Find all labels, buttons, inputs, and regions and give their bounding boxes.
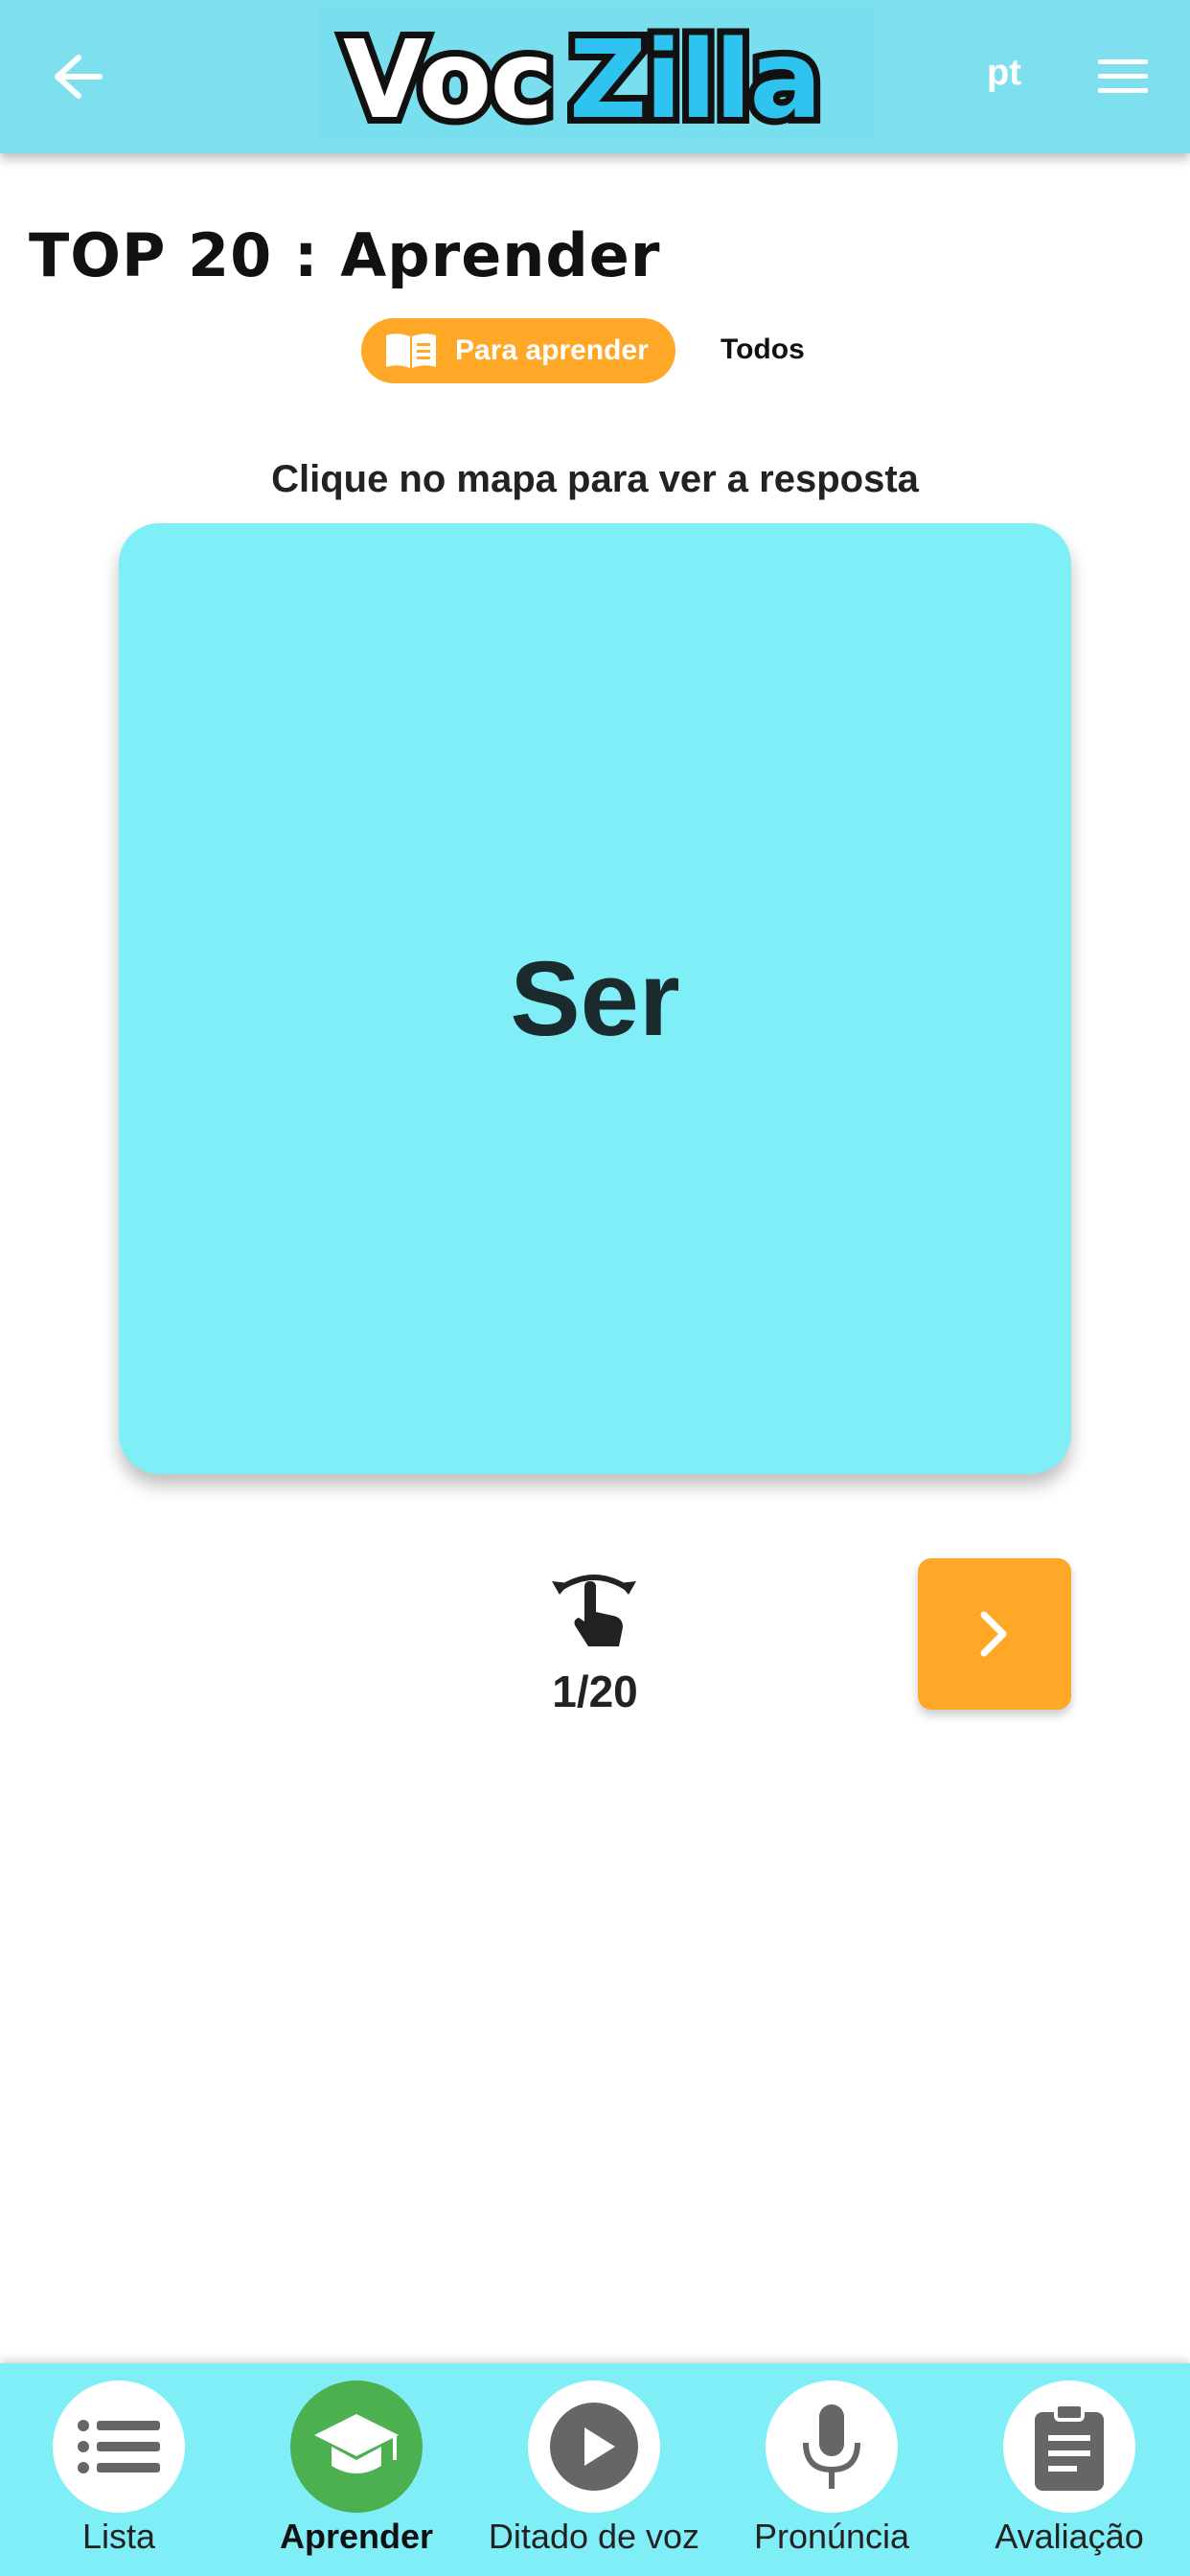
arrow-left-icon [55,55,103,99]
card-word: Ser [510,939,680,1058]
logo-zilla: Zilla [569,18,820,138]
language-selector[interactable]: pt [987,53,1021,94]
nav-circle [53,2380,185,2513]
hamburger-icon [1098,59,1148,93]
menu-button[interactable] [1094,56,1152,98]
bottom-navigation: Lista Aprender Ditado de voz Pronúncia A… [0,2363,1190,2576]
list-icon [78,2420,160,2473]
tap-flip-icon [546,1560,642,1656]
nav-item-avaliacao[interactable]: Avaliação [950,2363,1188,2576]
nav-item-pronuncia[interactable]: Pronúncia [713,2363,950,2576]
instruction-text: Clique no mapa para ver a resposta [271,458,919,500]
nav-label: Avaliação [995,2517,1144,2556]
nav-item-ditado-de-voz[interactable]: Ditado de voz [475,2363,713,2576]
play-icon [550,2403,638,2491]
tab-todos[interactable]: Todos [721,334,805,366]
nav-label: Aprender [279,2517,434,2556]
logo-voc: Voc [343,18,552,138]
back-button[interactable] [46,48,107,105]
nav-item-lista[interactable]: Lista [0,2363,238,2576]
tab-label: Para aprender [455,334,649,366]
nav-circle [766,2380,898,2513]
nav-circle [528,2380,660,2513]
chevron-right-icon [980,1611,1007,1657]
nav-circle [1003,2380,1135,2513]
nav-label: Ditado de voz [488,2517,700,2556]
nav-circle [290,2380,423,2513]
next-button[interactable] [918,1558,1071,1710]
graduation-cap-icon [314,2414,399,2473]
nav-label: Pronúncia [753,2517,910,2556]
flashcard[interactable]: Ser [119,523,1071,1474]
nav-item-aprender[interactable]: Aprender [238,2363,475,2576]
tab-para-aprender[interactable]: Para aprender [361,318,675,383]
nav-label: Lista [81,2517,156,2556]
voczilla-logo: Voc Zilla [318,8,874,144]
microphone-icon [803,2404,860,2489]
clipboard-icon [1035,2403,1104,2491]
app-header: Voc Zilla pt [0,0,1190,153]
book-icon [386,334,436,368]
page-title: TOP 20 : Aprender [29,220,661,290]
